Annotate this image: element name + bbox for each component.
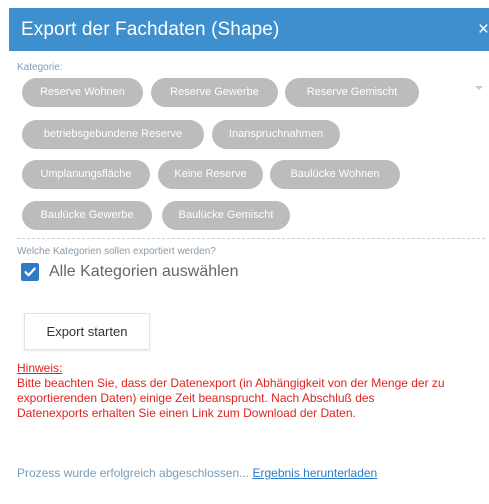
dropdown-arrow-icon[interactable]	[475, 86, 483, 90]
chip-inanspruchnahmen[interactable]: Inanspruchnahmen	[212, 120, 340, 149]
checkmark-icon[interactable]	[21, 263, 39, 281]
chip-reserve-gemischt[interactable]: Reserve Gemischt	[285, 78, 419, 107]
chip-umplanungsflaeche[interactable]: Umplanungsfläche	[22, 160, 150, 189]
export-start-button[interactable]: Export starten	[24, 313, 150, 350]
hint-title: Hinweis:	[17, 361, 63, 375]
chip-reserve-wohnen[interactable]: Reserve Wohnen	[22, 78, 143, 107]
hint-box: Hinweis: Bitte beachten Sie, dass der Da…	[17, 361, 487, 421]
hint-line-3: Datenexports erhalten Sie einen Link zum…	[17, 406, 356, 420]
status-text: Prozess wurde erfolgreich abgeschlossen.…	[17, 466, 250, 480]
hint-line-1: Bitte beachten Sie, dass der Datenexport…	[17, 376, 445, 390]
chip-bauluecke-gemischt[interactable]: Baulücke Gemischt	[162, 201, 290, 230]
chip-bauluecke-wohnen[interactable]: Baulücke Wohnen	[270, 160, 400, 189]
hint-line-2: exportierenden Daten) einige Zeit beansp…	[17, 391, 375, 405]
status-line: Prozess wurde erfolgreich abgeschlossen.…	[17, 466, 377, 480]
export-question: Welche Kategorien sollen exportiert werd…	[17, 246, 216, 257]
chip-betriebsgebundene-reserve[interactable]: betriebsgebundene Reserve	[22, 120, 204, 149]
download-result-link[interactable]: Ergebnis herunterladen	[252, 466, 377, 480]
divider	[17, 238, 485, 239]
dialog-header: Export der Fachdaten (Shape) ×	[9, 8, 489, 51]
dialog-title: Export der Fachdaten (Shape)	[21, 19, 280, 40]
chip-keine-reserve[interactable]: Keine Reserve	[158, 160, 263, 189]
close-icon[interactable]: ×	[478, 19, 489, 41]
category-label: Kategorie:	[17, 62, 63, 73]
chip-reserve-gewerbe[interactable]: Reserve Gewerbe	[151, 78, 278, 107]
chip-bauluecke-gewerbe[interactable]: Baulücke Gewerbe	[22, 201, 152, 230]
select-all-label: Alle Kategorien auswählen	[49, 263, 239, 280]
select-all-checkbox[interactable]: Alle Kategorien auswählen	[21, 262, 238, 282]
